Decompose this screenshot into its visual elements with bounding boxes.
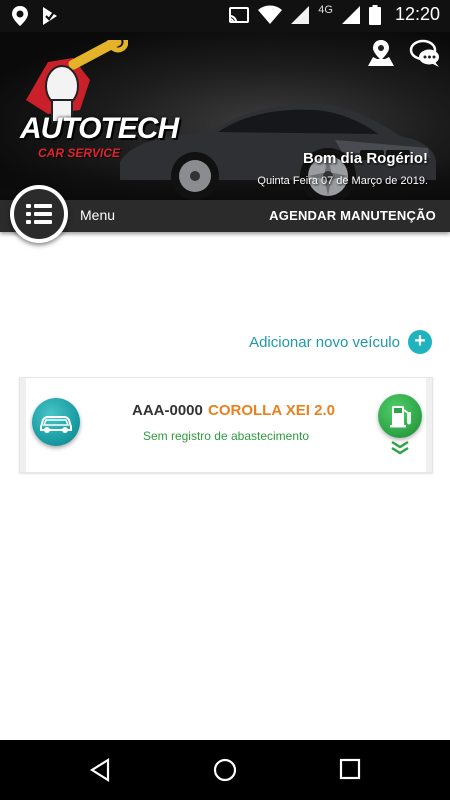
add-vehicle-label: Adicionar novo veículo xyxy=(249,333,400,351)
back-icon[interactable] xyxy=(88,758,112,782)
cast-icon xyxy=(229,6,250,23)
location-icon xyxy=(12,6,28,26)
greeting-text: Bom dia Rogério! xyxy=(302,150,428,167)
battery-icon xyxy=(368,4,381,25)
vehicle-plate: AAA-0000 xyxy=(132,402,203,419)
fuel-record-status: Sem registro de abastecimento xyxy=(142,429,310,443)
recents-icon[interactable] xyxy=(339,758,361,780)
card-edge-right xyxy=(426,378,432,472)
map-location-icon[interactable] xyxy=(366,38,396,68)
menu-button[interactable] xyxy=(10,185,68,243)
vehicle-model: COROLLA XEI 2.0 xyxy=(208,402,335,419)
vehicle-card[interactable]: AAA-0000 COROLLA XEI 2.0 Sem registro de… xyxy=(19,377,433,473)
schedule-maintenance-button[interactable]: AGENDAR MANUTENÇÃO xyxy=(269,208,436,223)
menu-button-inner xyxy=(14,189,64,239)
add-icon: + xyxy=(408,330,432,354)
chat-icon[interactable] xyxy=(409,38,441,70)
status-time: 12:20 xyxy=(394,4,440,24)
fuel-pump-icon xyxy=(390,406,411,428)
fuel-button[interactable] xyxy=(378,394,422,438)
wifi-icon xyxy=(258,5,283,24)
logo-subtitle: CAR SERVICE xyxy=(38,146,121,160)
navigation-bar xyxy=(0,740,450,800)
logo-title: AUTOTECH xyxy=(20,112,179,145)
expand-chevron-icon[interactable] xyxy=(390,440,410,456)
menu-list-icon xyxy=(26,204,52,224)
home-icon[interactable] xyxy=(213,758,237,782)
network-type-label: 4G xyxy=(318,3,333,16)
download-check-icon xyxy=(43,7,57,25)
header-banner: AUTOTECH CAR SERVICE Bom dia Rogério! Qu… xyxy=(0,32,450,200)
card-edge-left xyxy=(20,378,26,472)
signal-icon-2 xyxy=(341,5,360,24)
date-text: Quinta Feira 07 de Março de 2019. xyxy=(257,175,428,187)
menu-label[interactable]: Menu xyxy=(80,207,115,223)
status-bar: 4G 12:20 xyxy=(0,0,450,32)
add-vehicle-button[interactable]: Adicionar novo veículo + xyxy=(249,330,432,354)
signal-icon xyxy=(291,5,310,24)
